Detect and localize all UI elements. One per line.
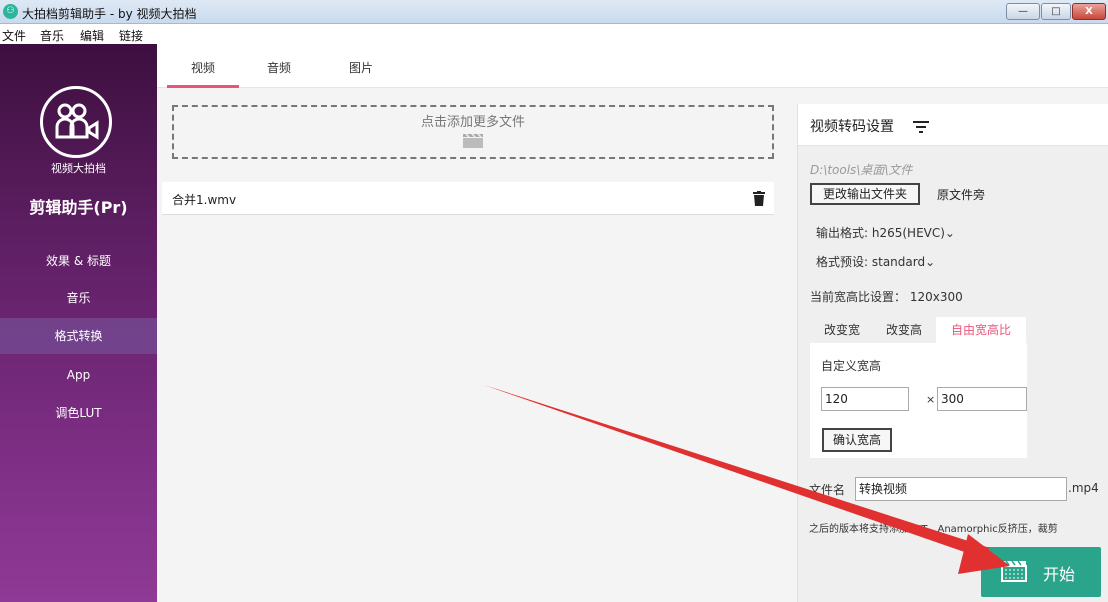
start-button[interactable]: 开始 — [981, 547, 1101, 597]
filename-input[interactable]: 转换视频 — [855, 477, 1067, 501]
menu-bar: 文件 音乐 编辑 链接 — [0, 24, 1108, 44]
future-features-note: 之后的版本将支持添加LUT，Anamorphic反挤压，裁剪 — [809, 524, 1058, 535]
title-bar: ⚇ 大拍档剪辑助手 - by 视频大拍档 — □ X — [0, 0, 1108, 24]
dropzone-label: 点击添加更多文件 — [420, 115, 525, 130]
change-output-folder-button[interactable]: 更改输出文件夹 — [810, 183, 920, 205]
brand-name: 剪辑助手(Pr) — [29, 198, 128, 217]
panel-title: 视频转码设置 — [810, 119, 894, 135]
users-camera-icon — [40, 86, 112, 158]
trash-icon[interactable] — [753, 191, 765, 206]
times-symbol: × — [926, 393, 936, 406]
tab-audio[interactable]: 音频 — [243, 44, 315, 88]
menu-link[interactable]: 链接 — [119, 27, 143, 44]
width-input[interactable]: 120 — [821, 387, 909, 411]
tab-change-height[interactable]: 改变高 — [878, 317, 930, 343]
media-tabs: 视频 音频 图片 — [157, 44, 1108, 88]
panel-header: 视频转码设置 — [798, 104, 1108, 146]
tab-change-width[interactable]: 改变宽 — [818, 317, 866, 343]
current-ratio-label: 当前宽高比设置： 120x300 — [810, 290, 963, 304]
file-extension: .mp4 — [1068, 481, 1099, 495]
file-name: 合并1.wmv — [172, 193, 237, 207]
filter-icon[interactable] — [913, 121, 929, 133]
tab-free-aspect-ratio[interactable]: 自由宽高比 — [936, 317, 1026, 343]
height-input[interactable]: 300 — [937, 387, 1027, 411]
minimize-button[interactable]: — — [1006, 3, 1040, 20]
clapperboard-icon — [463, 133, 483, 148]
brand-caption: 视频大拍档 — [51, 162, 106, 175]
maximize-button[interactable]: □ — [1041, 3, 1071, 20]
sidebar-item-effects-titles[interactable]: 效果 & 标题 — [0, 243, 157, 279]
close-button[interactable]: X — [1072, 3, 1106, 20]
sidebar-item-format-convert[interactable]: 格式转换 — [0, 318, 157, 354]
format-preset-select[interactable]: 格式预设: standard⌄ — [816, 253, 935, 270]
sidebar-item-color-lut[interactable]: 调色LUT — [0, 395, 157, 431]
tab-image[interactable]: 图片 — [325, 44, 397, 88]
filename-label: 文件名 — [809, 483, 846, 497]
original-folder-option[interactable]: 原文件旁 — [937, 186, 985, 203]
window-title: 大拍档剪辑助手 - by 视频大拍档 — [22, 7, 197, 21]
sidebar-item-app[interactable]: App — [0, 357, 157, 393]
output-format-select[interactable]: 输出格式: h265(HEVC)⌄ — [816, 224, 955, 241]
file-row[interactable]: 合并1.wmv — [162, 182, 774, 215]
confirm-size-button[interactable]: 确认宽高 — [822, 428, 892, 452]
sidebar: 视频大拍档 剪辑助手(Pr) 效果 & 标题 音乐 格式转换 App 调色LUT — [0, 44, 157, 602]
main-area: 视频 音频 图片 点击添加更多文件 合并1.wmv 视频转码设置 D:\tool… — [157, 44, 1108, 602]
start-button-label: 开始 — [1043, 565, 1076, 584]
menu-music[interactable]: 音乐 — [40, 27, 64, 44]
output-path: D:\tools\桌面\文件 — [810, 163, 913, 177]
app-logo-icon: ⚇ — [3, 4, 18, 19]
transcode-settings-panel: 视频转码设置 D:\tools\桌面\文件 更改输出文件夹 原文件旁 输出格式:… — [797, 104, 1108, 602]
custom-size-box: 自定义宽高 120 × 300 确认宽高 — [810, 343, 1027, 458]
sidebar-item-music[interactable]: 音乐 — [0, 280, 157, 316]
menu-edit[interactable]: 编辑 — [80, 27, 104, 44]
tab-video[interactable]: 视频 — [167, 44, 239, 88]
add-files-dropzone[interactable]: 点击添加更多文件 — [172, 105, 774, 159]
custom-size-label: 自定义宽高 — [821, 359, 882, 373]
menu-file[interactable]: 文件 — [2, 27, 26, 44]
film-icon — [1001, 560, 1027, 582]
